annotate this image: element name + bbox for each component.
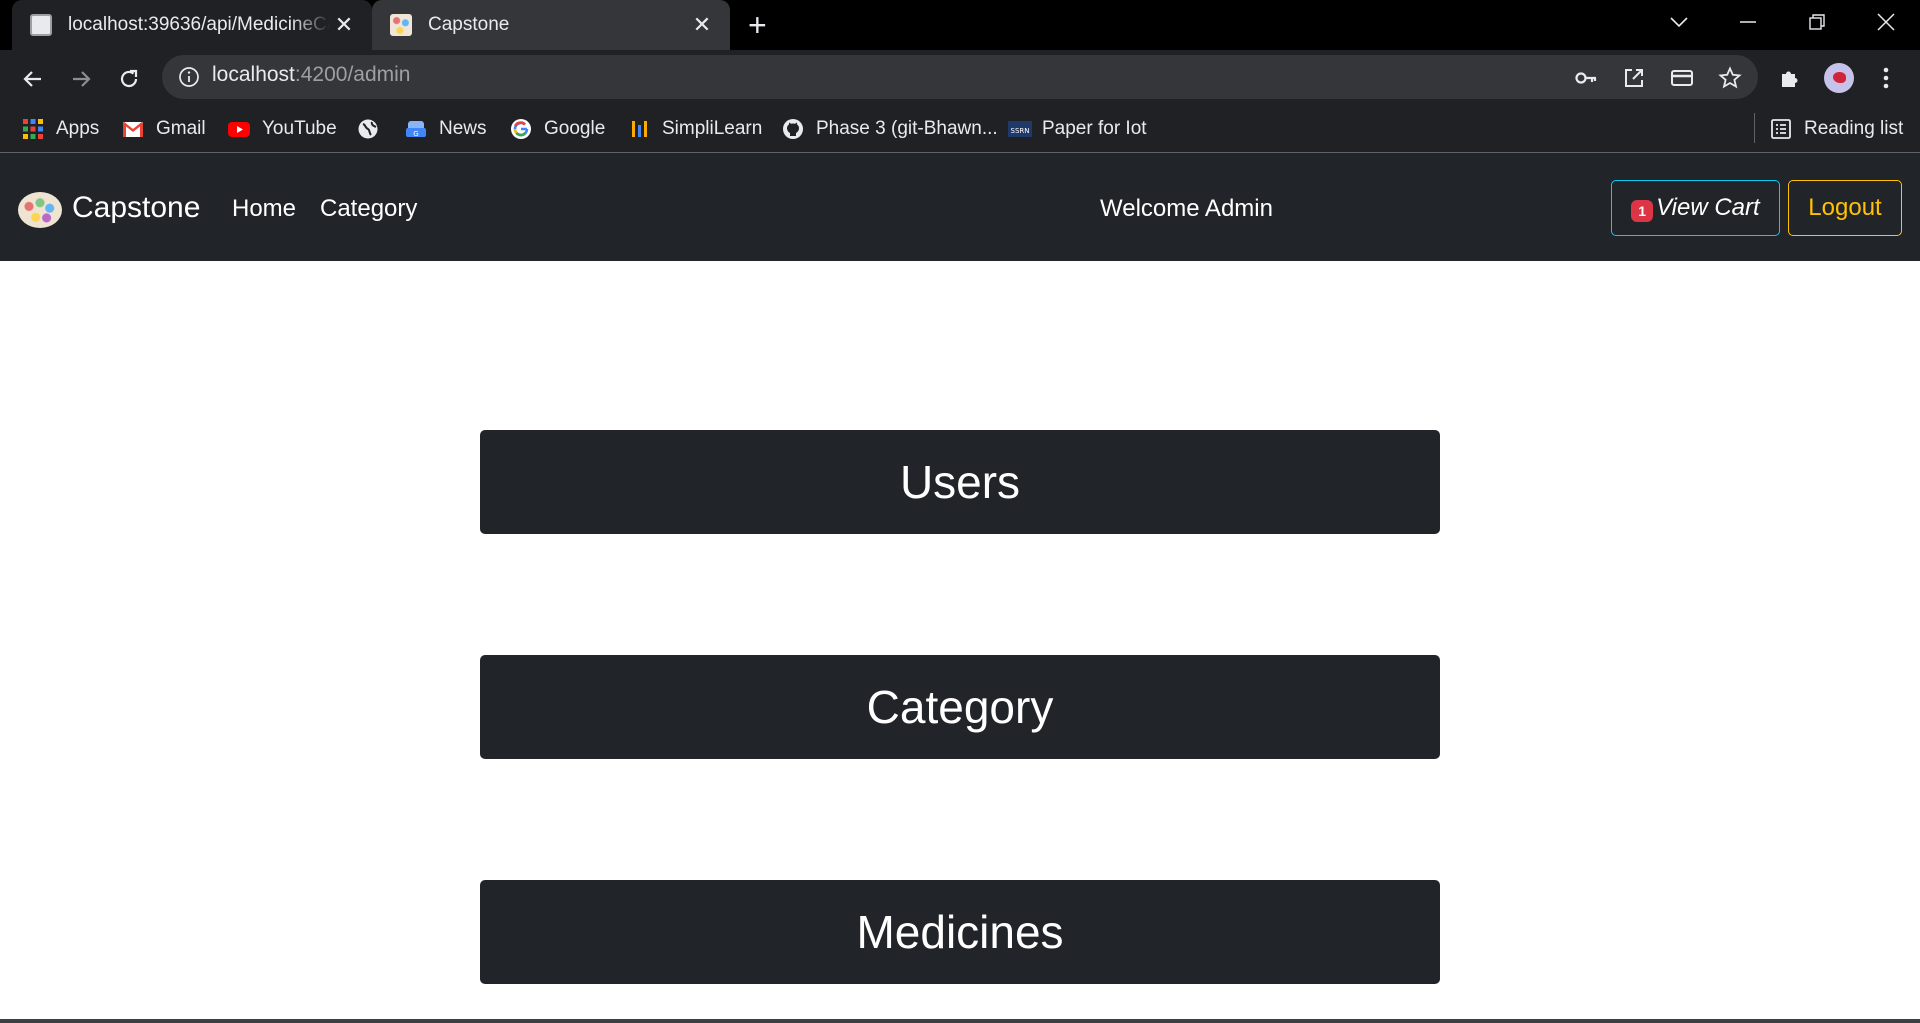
extensions-puzzle-icon[interactable] bbox=[1776, 64, 1804, 92]
restore-window-icon[interactable] bbox=[1789, 0, 1845, 44]
medicines-button[interactable]: Medicines bbox=[480, 880, 1440, 984]
capstone-favicon-icon bbox=[390, 14, 412, 36]
svg-text:SSRN: SSRN bbox=[1011, 127, 1030, 135]
document-favicon-icon bbox=[30, 14, 52, 36]
tab-close-icon[interactable]: ✕ bbox=[688, 12, 716, 38]
forward-arrow-icon[interactable] bbox=[66, 64, 96, 94]
bookmark-label: Apps bbox=[56, 118, 100, 139]
bookmark-youtube[interactable]: YouTube bbox=[228, 114, 337, 144]
url-path: :4200/admin bbox=[294, 63, 411, 86]
reload-icon[interactable] bbox=[114, 64, 144, 94]
close-window-icon[interactable] bbox=[1858, 0, 1914, 44]
nav-link-category[interactable]: Category bbox=[320, 195, 417, 223]
logout-button[interactable]: Logout bbox=[1788, 180, 1902, 236]
bookmark-label: Google bbox=[544, 118, 606, 139]
tab-title: Capstone bbox=[428, 14, 510, 35]
brand-name[interactable]: Capstone bbox=[72, 191, 200, 225]
new-tab-plus-icon[interactable]: + bbox=[748, 8, 767, 42]
ssrn-icon: SSRN bbox=[1008, 118, 1032, 140]
browser-tab-capstone[interactable]: Capstone ✕ bbox=[372, 0, 730, 50]
github-icon bbox=[782, 118, 804, 140]
apps-grid-icon bbox=[22, 118, 44, 140]
category-button[interactable]: Category bbox=[480, 655, 1440, 759]
card-icon[interactable] bbox=[1670, 66, 1694, 90]
bookmark-label: YouTube bbox=[262, 118, 337, 139]
cart-count-badge: 1 bbox=[1631, 200, 1654, 222]
bookmark-gmail[interactable]: Gmail bbox=[122, 114, 206, 144]
bookmark-label: SimpliLearn bbox=[662, 118, 763, 139]
key-icon[interactable] bbox=[1574, 66, 1598, 90]
url-host: localhost bbox=[212, 63, 295, 86]
browser-tab-api[interactable]: localhost:39636/api/MedicineCategory ✕ bbox=[12, 0, 372, 50]
view-cart-label: View Cart bbox=[1656, 194, 1760, 221]
bookmark-label: News bbox=[439, 118, 487, 139]
welcome-message: Welcome Admin bbox=[1100, 195, 1273, 222]
bookmark-label: Paper for Iot bbox=[1042, 118, 1147, 139]
back-arrow-icon[interactable] bbox=[18, 64, 48, 94]
bookmark-label: Phase 3 (git-Bhawn... bbox=[816, 118, 998, 139]
bookmark-github[interactable]: Phase 3 (git-Bhawn... bbox=[782, 114, 998, 144]
bookmark-apps[interactable]: Apps bbox=[22, 114, 99, 144]
url-text[interactable]: localhost:4200/admin bbox=[212, 63, 410, 87]
open-external-icon[interactable] bbox=[1622, 66, 1646, 90]
tab-close-icon[interactable]: ✕ bbox=[330, 12, 358, 38]
google-icon bbox=[510, 118, 532, 140]
taskbar-edge bbox=[0, 1019, 1920, 1023]
view-cart-button[interactable]: 1 View Cart bbox=[1611, 180, 1780, 236]
globe-icon bbox=[357, 118, 379, 140]
site-info-icon[interactable] bbox=[178, 66, 200, 88]
brand-logo[interactable] bbox=[18, 192, 62, 228]
reading-list-icon bbox=[1770, 118, 1792, 140]
more-menu-icon[interactable] bbox=[1872, 64, 1900, 92]
tab-search-chevron-icon[interactable] bbox=[1651, 0, 1707, 44]
tab-title: localhost:39636/api/MedicineCategory bbox=[68, 14, 330, 35]
svg-text:G: G bbox=[413, 130, 418, 138]
bookmark-news[interactable]: G News bbox=[405, 114, 487, 144]
nav-link-home[interactable]: Home bbox=[232, 195, 296, 223]
minimize-icon[interactable] bbox=[1720, 0, 1776, 44]
reading-list[interactable]: Reading list bbox=[1770, 114, 1903, 144]
bookmarks-separator bbox=[1754, 113, 1755, 143]
news-icon: G bbox=[405, 118, 427, 140]
youtube-icon bbox=[228, 118, 250, 140]
profile-avatar[interactable] bbox=[1824, 63, 1854, 93]
bookmark-google[interactable]: Google bbox=[510, 114, 605, 144]
bookmark-simplilearn[interactable]: SimpliLearn bbox=[628, 114, 762, 144]
simplilearn-icon bbox=[628, 118, 650, 140]
bookmark-paper-for-iot[interactable]: SSRN Paper for Iot bbox=[1008, 114, 1147, 144]
users-button[interactable]: Users bbox=[480, 430, 1440, 534]
reading-list-label: Reading list bbox=[1804, 118, 1904, 139]
bookmark-star-icon[interactable] bbox=[1718, 66, 1742, 90]
bookmark-label: Gmail bbox=[156, 118, 206, 139]
bookmark-globe[interactable] bbox=[357, 114, 391, 144]
gmail-icon bbox=[122, 118, 144, 140]
